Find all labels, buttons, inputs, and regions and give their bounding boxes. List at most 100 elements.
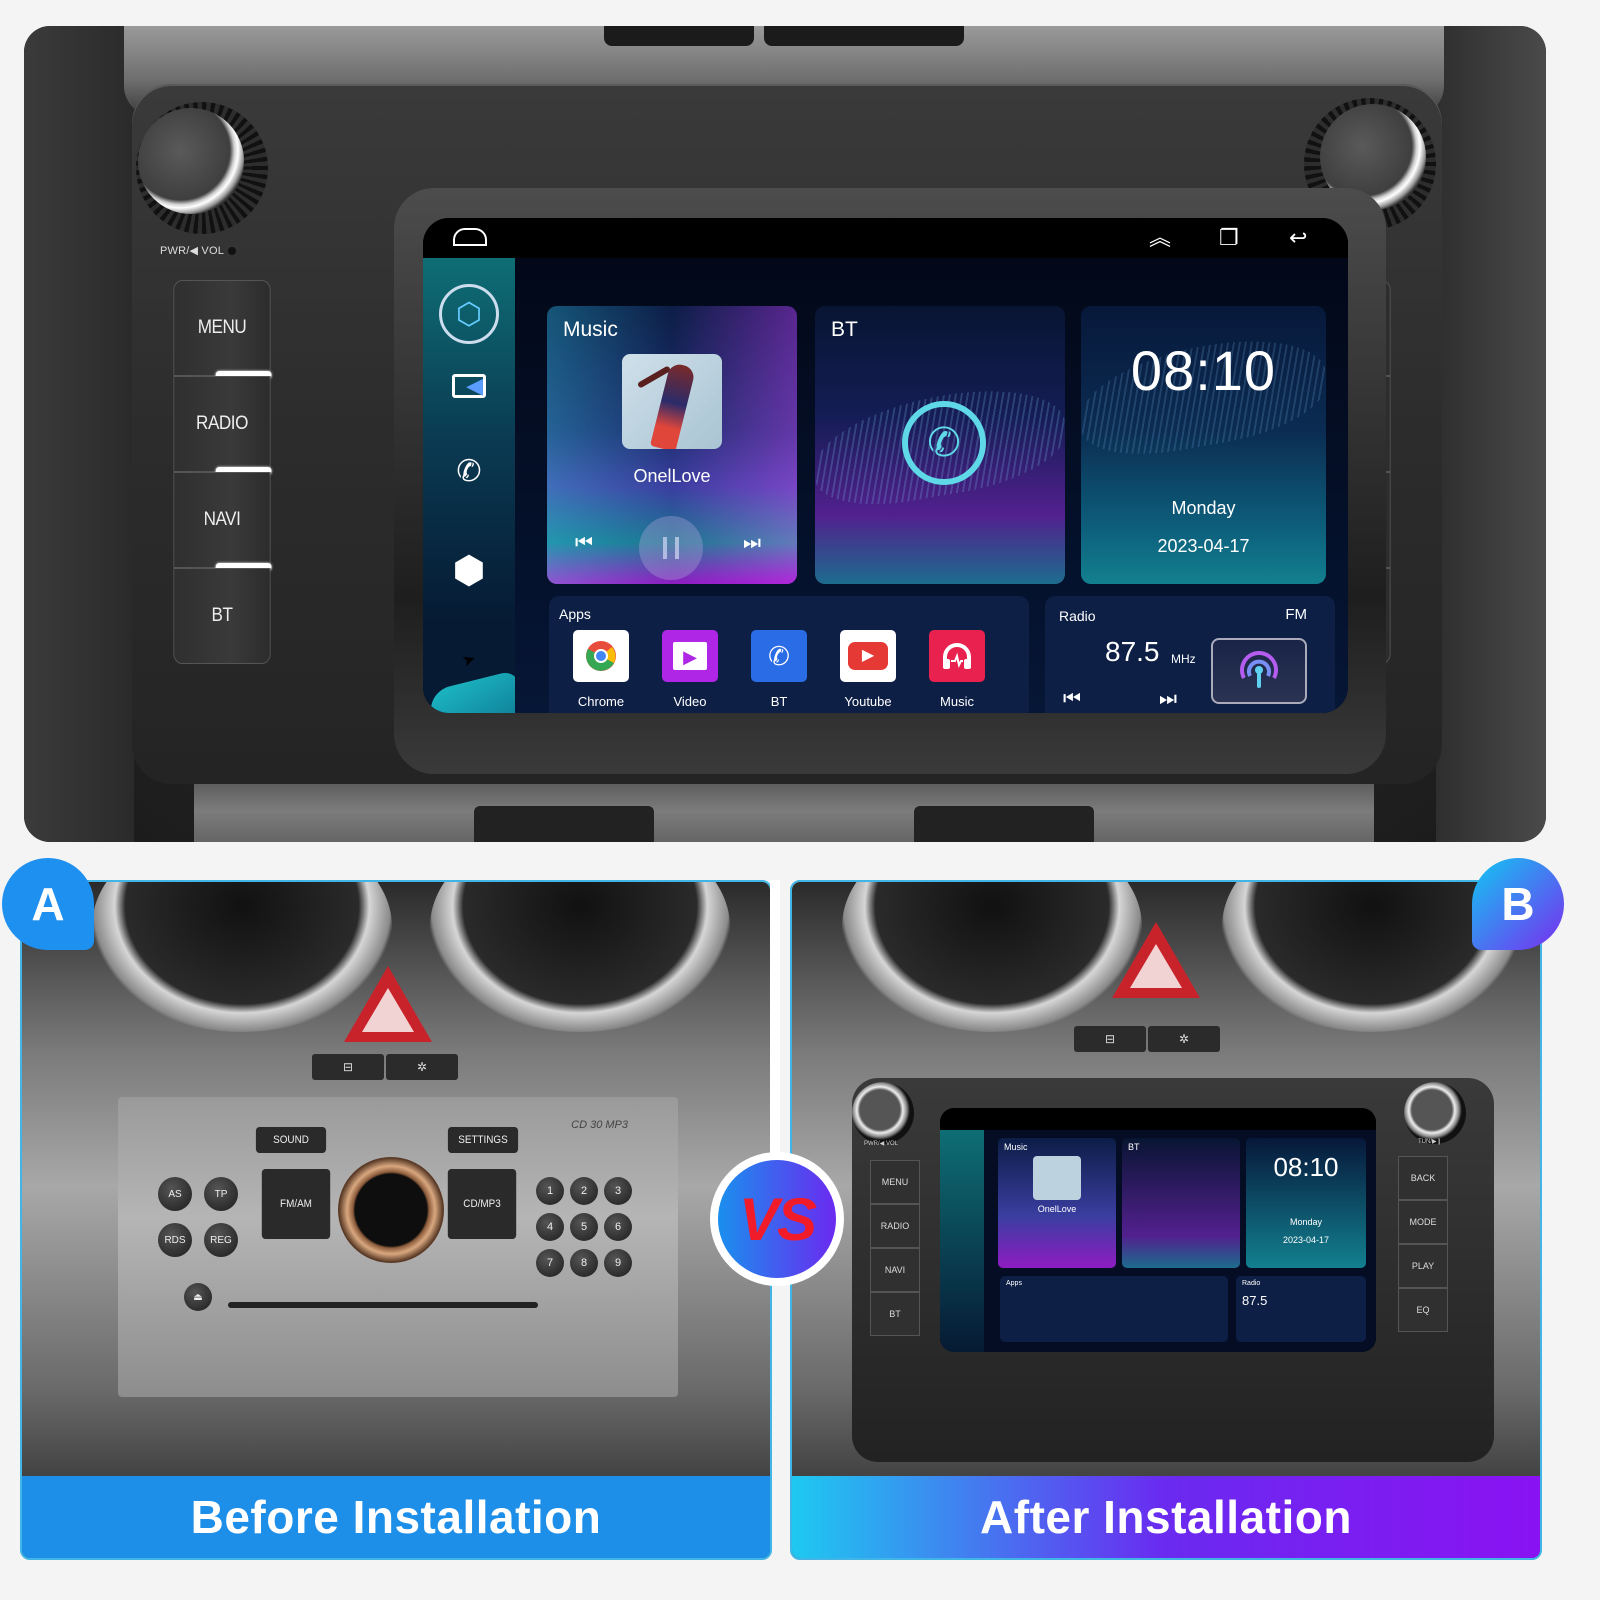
bt-phone-icon: ✆ [751, 630, 807, 682]
tp-button[interactable]: TP [204, 1177, 238, 1211]
app-video[interactable]: ▶ Video [660, 630, 720, 709]
preset-7[interactable]: 7 [536, 1249, 564, 1277]
mini-navi-button[interactable]: NAVI [870, 1248, 920, 1292]
dock-settings[interactable]: ⬢ [423, 548, 515, 593]
dash-switch [474, 806, 654, 842]
radio-button[interactable]: RADIO [173, 376, 272, 475]
collapse-up-icon[interactable]: ︽ [1149, 226, 1171, 250]
reg-button[interactable]: REG [204, 1223, 238, 1257]
hazard-button[interactable] [1112, 922, 1200, 998]
mini-play-button[interactable]: PLAY [1398, 1244, 1448, 1288]
song-title: OnelLove [633, 466, 711, 486]
status-bar: ︽ ❐ ↩ [423, 218, 1348, 258]
traction-button[interactable]: ✲ [386, 1054, 458, 1080]
video-camera-icon: ◀ [452, 374, 486, 398]
bt-widget[interactable]: BT ✆ [815, 306, 1065, 584]
preset-8[interactable]: 8 [570, 1249, 598, 1277]
preset-5[interactable]: 5 [570, 1213, 598, 1241]
rds-button[interactable]: RDS [158, 1223, 192, 1257]
mini-tune-knob[interactable] [1404, 1082, 1466, 1144]
mini-dock [940, 1130, 984, 1352]
caption-after: After Installation [792, 1476, 1540, 1558]
radio-unit: MHz [1171, 652, 1196, 666]
volume-knob[interactable] [338, 1157, 444, 1263]
mini-screen: Music OnelLove BT 08:10 Monday 2023-04-1… [940, 1108, 1376, 1352]
mini-menu-button[interactable]: MENU [870, 1160, 920, 1204]
app-label: Music [940, 694, 974, 709]
bluetooth-phone-icon: ✆ [456, 455, 482, 488]
next-track-icon[interactable]: ⏭ [743, 532, 761, 555]
door-lock-buttons: ⊟ ✲ [1074, 1026, 1220, 1052]
mini-music-widget[interactable]: Music OnelLove [998, 1138, 1116, 1268]
dock-launcher[interactable]: ⬡ [423, 284, 515, 344]
mini-album-art [1033, 1156, 1081, 1200]
navi-label: NAVI [203, 509, 241, 530]
preset-9[interactable]: 9 [604, 1249, 632, 1277]
mini-mode-button[interactable]: MODE [1398, 1200, 1448, 1244]
mini-left-buttons: MENU RADIO NAVI BT [870, 1160, 920, 1336]
app-label: BT [770, 694, 788, 709]
caption-before: Before Installation [22, 1476, 770, 1558]
mini-eq-button[interactable]: EQ [1398, 1288, 1448, 1332]
music-title: Music [563, 318, 618, 341]
pause-button[interactable] [639, 516, 703, 580]
leather-trim-left [24, 26, 134, 842]
music-widget[interactable]: Music OnelLove ⏮ ⏭ [547, 306, 797, 584]
vs-badge: VS [710, 1152, 844, 1286]
app-youtube[interactable]: ▶ Youtube [838, 630, 898, 709]
mini-radio-frequency: 87.5 [1242, 1293, 1268, 1308]
mini-apps-label: Apps [1006, 1280, 1022, 1287]
hazard-button[interactable] [344, 966, 432, 1042]
radio-widget[interactable]: Radio FM 87.5 MHz ⏮ ⏭ [1045, 596, 1335, 713]
bt-title: BT [831, 318, 858, 341]
door-lock-button[interactable]: ⊟ [1074, 1026, 1146, 1052]
cd-mp3-button[interactable]: CD/MP3 [447, 1169, 517, 1239]
app-bt[interactable]: ✆ BT [749, 630, 809, 709]
door-lock-button[interactable]: ⊟ [312, 1054, 384, 1080]
fm-am-button[interactable]: FM/AM [261, 1169, 331, 1239]
vs-text: VS [718, 1160, 836, 1278]
mini-clock-widget: 08:10 Monday 2023-04-17 [1246, 1138, 1366, 1268]
mini-right-buttons: BACK MODE PLAY EQ [1398, 1156, 1448, 1332]
album-art [622, 354, 722, 449]
android-screen: ︽ ❐ ↩ ⬡ ◀ ✆ ⬢ ➤ Music OnelLove ⏮ ⏭ BT ✆ … [423, 218, 1348, 713]
recent-apps-icon[interactable]: ❐ [1219, 226, 1239, 250]
back-arrow-icon[interactable]: ↩ [1289, 226, 1307, 250]
navi-button[interactable]: NAVI [173, 472, 272, 571]
mini-bt-widget[interactable]: BT [1122, 1138, 1240, 1268]
app-music[interactable]: Music [927, 630, 987, 709]
traction-button[interactable]: ✲ [1148, 1026, 1220, 1052]
preset-4[interactable]: 4 [536, 1213, 564, 1241]
hexagon-settings-icon: ⬢ [452, 550, 486, 592]
previous-track-icon[interactable]: ⏮ [575, 532, 593, 555]
home-icon[interactable] [453, 228, 487, 246]
preset-3[interactable]: 3 [604, 1177, 632, 1205]
mini-radio-widget[interactable]: Radio 87.5 [1236, 1276, 1366, 1342]
menu-button[interactable]: MENU [173, 280, 272, 379]
youtube-icon: ▶ [840, 630, 896, 682]
mini-clock-time: 08:10 [1273, 1152, 1339, 1182]
preset-2[interactable]: 2 [570, 1177, 598, 1205]
head-unit: PWR/◀ VOL TUN/▶❙ MENU RADIO NAVI BT BACK… [132, 84, 1442, 784]
mini-back-button[interactable]: BACK [1398, 1156, 1448, 1200]
sound-button[interactable]: SOUND [255, 1127, 327, 1153]
mini-volume-knob[interactable] [852, 1082, 914, 1144]
menu-label: MENU [197, 317, 247, 338]
eject-icon[interactable]: ⏏ [184, 1283, 212, 1311]
radio-next-icon[interactable]: ⏭ [1159, 688, 1177, 711]
apps-label: Apps [559, 606, 591, 622]
bt-button[interactable]: BT [173, 568, 271, 664]
preset-1[interactable]: 1 [536, 1177, 564, 1205]
mini-radio-button[interactable]: RADIO [870, 1204, 920, 1248]
mini-clock-date: 2023-04-17 [1282, 1235, 1330, 1245]
preset-6[interactable]: 6 [604, 1213, 632, 1241]
app-chrome[interactable]: Chrome [571, 630, 631, 709]
settings-button[interactable]: SETTINGS [447, 1127, 519, 1153]
clock-date: 2023-04-17 [1157, 536, 1250, 556]
as-button[interactable]: AS [158, 1177, 192, 1211]
dock-phone[interactable]: ✆ [423, 454, 515, 489]
mini-bt-button[interactable]: BT [870, 1292, 920, 1336]
radio-previous-icon[interactable]: ⏮ [1063, 688, 1081, 711]
dock-video[interactable]: ◀ [423, 374, 515, 398]
power-volume-knob[interactable] [136, 102, 268, 234]
